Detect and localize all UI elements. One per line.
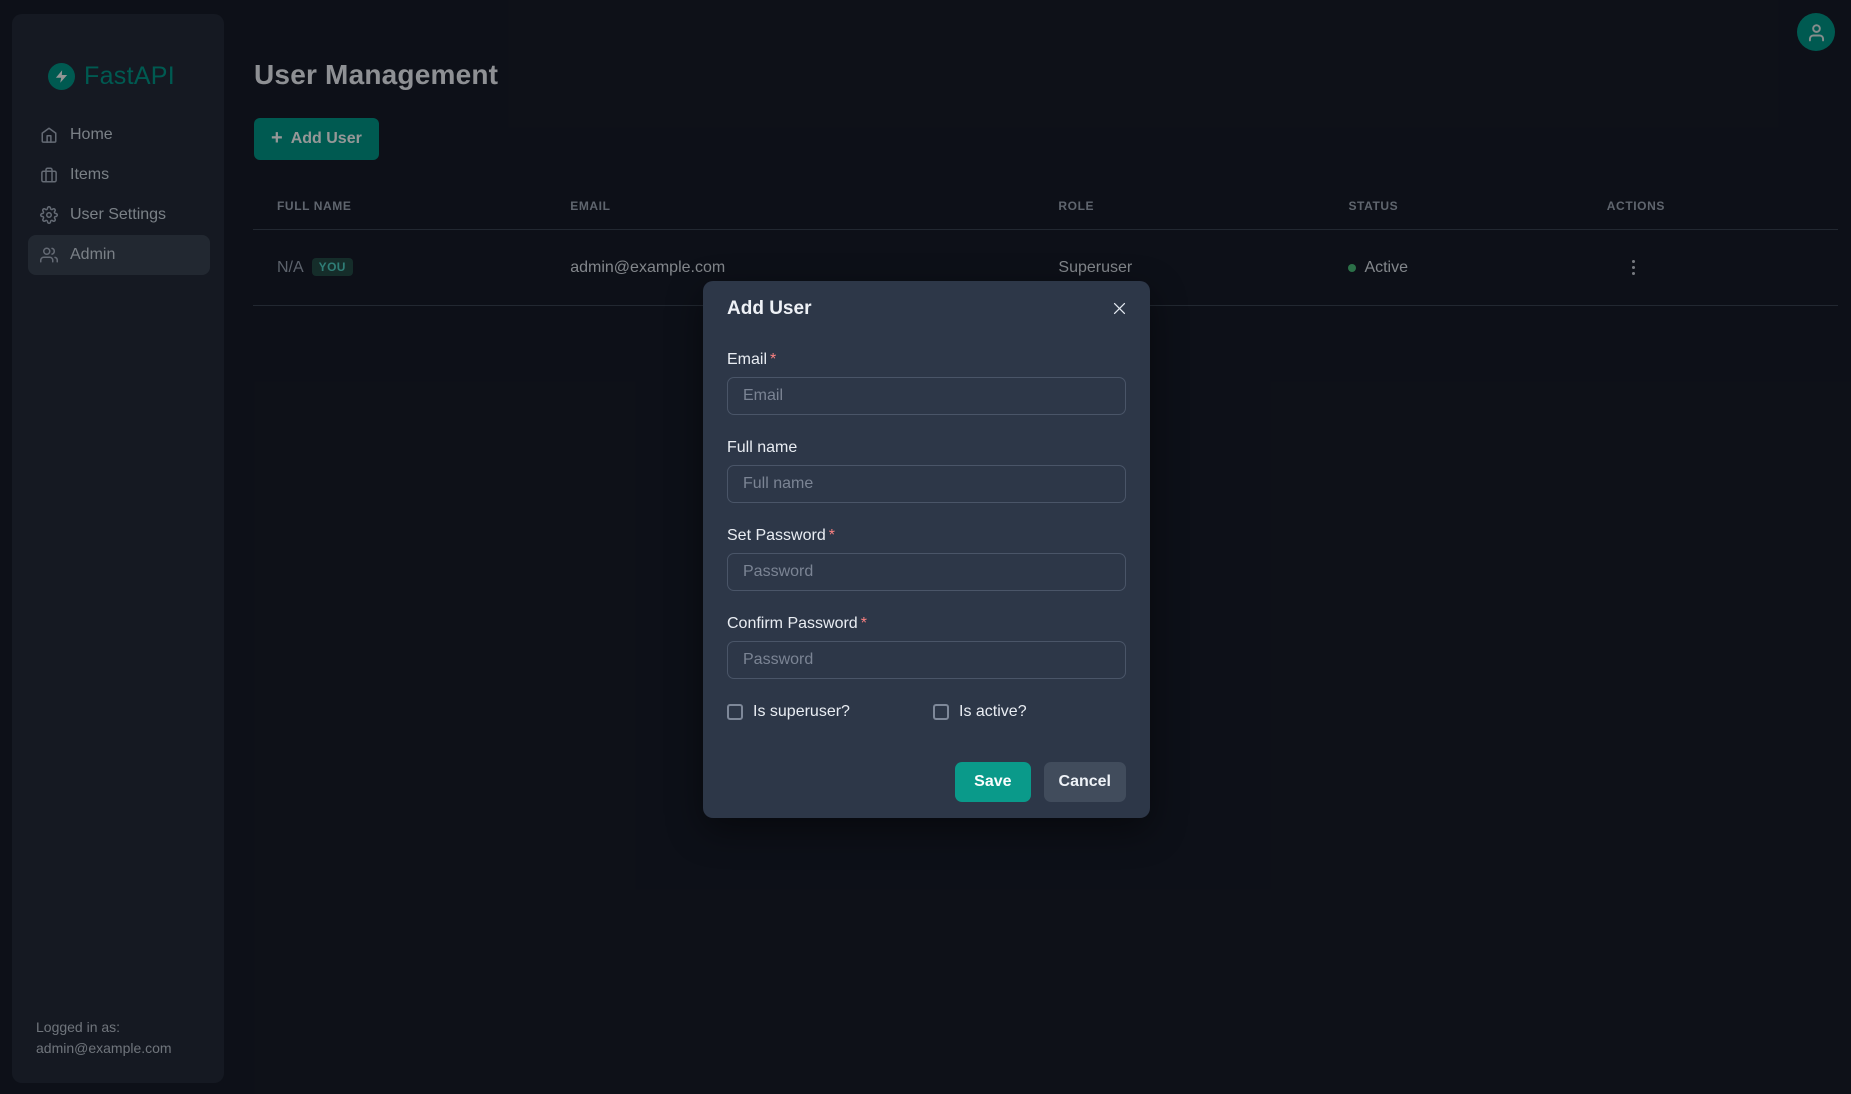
set-password-label: Set Password*	[727, 527, 1126, 545]
modal-footer: Save Cancel	[727, 762, 1126, 802]
required-marker: *	[829, 527, 835, 544]
required-marker: *	[770, 351, 776, 368]
is-active-label: Is active?	[959, 703, 1027, 721]
required-marker: *	[861, 615, 867, 632]
full-name-field-group: Full name	[727, 439, 1126, 503]
add-user-modal: Add User Email* Full name Set Password* …	[703, 281, 1150, 818]
modal-body: Email* Full name Set Password* Confirm P…	[727, 351, 1126, 802]
full-name-field[interactable]	[727, 465, 1126, 503]
modal-title: Add User	[727, 298, 811, 320]
close-icon[interactable]	[1104, 293, 1134, 323]
confirm-password-field-group: Confirm Password*	[727, 615, 1126, 679]
confirm-password-field[interactable]	[727, 641, 1126, 679]
email-field-group: Email*	[727, 351, 1126, 415]
save-button[interactable]: Save	[955, 762, 1030, 802]
email-field[interactable]	[727, 377, 1126, 415]
is-active-checkbox[interactable]: Is active?	[933, 703, 1027, 721]
checkbox-icon	[727, 704, 743, 720]
cancel-button[interactable]: Cancel	[1044, 762, 1126, 802]
checkbox-row: Is superuser? Is active?	[727, 703, 1126, 721]
set-password-field-group: Set Password*	[727, 527, 1126, 591]
full-name-label: Full name	[727, 439, 1126, 457]
email-label: Email*	[727, 351, 1126, 369]
confirm-password-label: Confirm Password*	[727, 615, 1126, 633]
checkbox-icon	[933, 704, 949, 720]
is-superuser-checkbox[interactable]: Is superuser?	[727, 703, 933, 721]
is-superuser-label: Is superuser?	[753, 703, 850, 721]
set-password-field[interactable]	[727, 553, 1126, 591]
